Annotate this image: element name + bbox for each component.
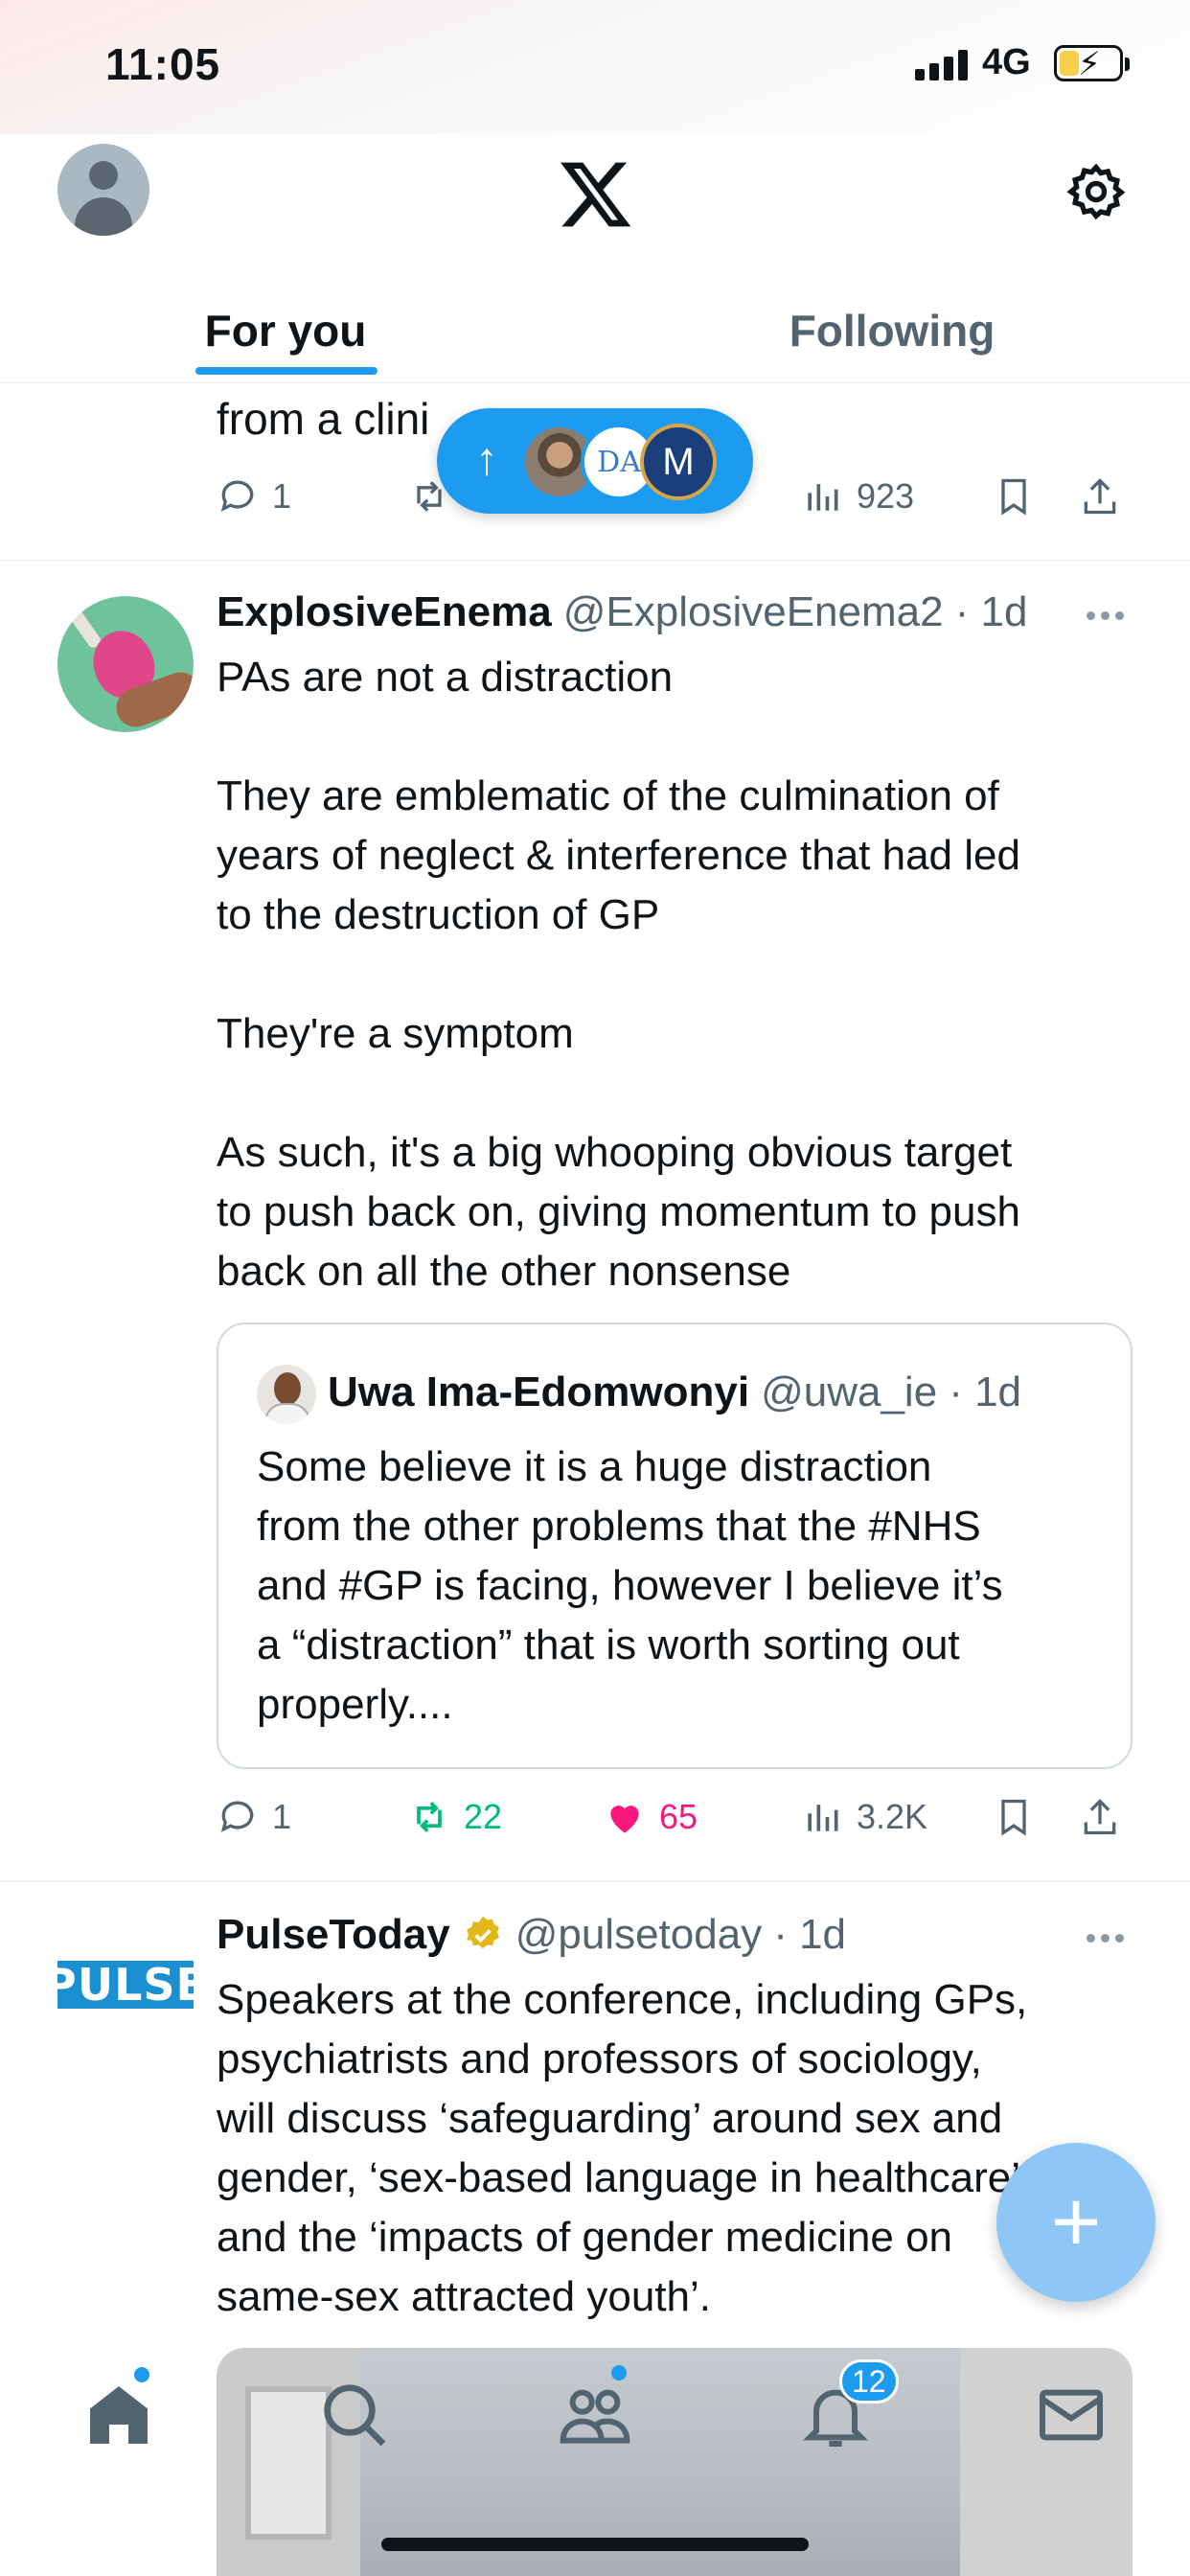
profile-avatar[interactable] [57, 144, 149, 236]
share-icon [1084, 478, 1116, 515]
post-line: same-sex attracted youth’. [217, 2273, 712, 2320]
communities-icon[interactable] [557, 2377, 633, 2453]
status-time: 11:05 [105, 39, 221, 89]
post2-actions: 1 22 65 3.2K [217, 1788, 1117, 1846]
bookmark-icon [1001, 1799, 1026, 1836]
post-line: psychiatrists and professors of sociolog… [217, 2036, 982, 2082]
settings-gear-icon[interactable] [1065, 161, 1127, 222]
quoted-author-avatar [257, 1365, 316, 1424]
top-header: For you Following [0, 134, 1190, 383]
post-time: · 1d [773, 1911, 847, 1958]
bookmark-button[interactable] [993, 1796, 1035, 1838]
post-line-gap [217, 707, 1020, 767]
reply-button[interactable]: 1 [217, 1796, 291, 1838]
post-body: Speakers at the conference, including GP… [217, 1970, 1032, 2327]
quote-line: Some believe it is a huge distraction [257, 1443, 932, 1490]
post-line: Speakers at the conference, including GP… [217, 1976, 1028, 2023]
arrow-up-icon: ↑ [475, 434, 498, 485]
post-line: to the destruction of GP [217, 891, 660, 938]
reply-icon [220, 480, 254, 512]
messages-envelope-icon[interactable] [1033, 2377, 1110, 2453]
heart-filled-icon [610, 1806, 639, 1833]
post-header: PulseToday @pulsetoday · 1d [217, 1911, 846, 1959]
post-line: to push back on, giving momentum to push [217, 1188, 1020, 1235]
home-indicator [381, 2538, 809, 2551]
quoted-post-time: · 1d [949, 1368, 1022, 1415]
post-line: PAs are not a distraction [217, 654, 674, 701]
like-count: 65 [659, 1797, 698, 1836]
repost-count: 22 [464, 1797, 503, 1836]
share-button[interactable] [1079, 1796, 1121, 1838]
views-button[interactable]: 3.2K [801, 1796, 927, 1838]
battery-icon: ⚡ [1054, 45, 1130, 82]
quoted-post-body: Some believe it is a huge distraction fr… [257, 1438, 1003, 1735]
share-icon [1084, 1799, 1116, 1835]
search-icon[interactable] [316, 2377, 393, 2453]
author-name[interactable]: ExplosiveEnema [217, 588, 552, 636]
post-line: They are emblematic of the culmination o… [217, 772, 999, 819]
home-notification-dot [134, 2367, 149, 2382]
notifications-badge: 12 [839, 2359, 899, 2404]
quote-line: a “distraction” that is worth sorting ou… [257, 1622, 960, 1668]
quote-line: from the other problems that the #NHS [257, 1503, 981, 1550]
author-avatar-logo[interactable]: PULSE [44, 1959, 206, 2011]
author-avatar[interactable] [57, 596, 194, 732]
post-line: gender, ‘sex-based language in healthcar… [217, 2154, 1033, 2201]
reply-count: 1 [272, 476, 292, 516]
repost-button[interactable]: 22 [408, 1796, 502, 1838]
new-posts-pill[interactable]: ↑ DA M [437, 408, 753, 514]
views-icon [808, 484, 838, 511]
repost-icon [417, 1802, 442, 1832]
more-options-icon[interactable] [1087, 1928, 1129, 1947]
author-handle[interactable]: @pulsetoday [515, 1911, 763, 1959]
active-tab-indicator [195, 367, 378, 375]
quoted-post-header: Uwa Ima-Edomwonyi @uwa_ie · 1d [328, 1368, 1021, 1416]
network-type: 4G [982, 42, 1031, 82]
communities-notification-dot [611, 2365, 627, 2380]
quoted-author-handle: @uwa_ie [761, 1368, 938, 1415]
x-logo-icon[interactable] [556, 155, 636, 232]
views-icon [808, 1805, 838, 1831]
post-divider [0, 1880, 1190, 1882]
post-line: They're a symptom [217, 1010, 574, 1057]
new-post-avatar: M [640, 424, 717, 500]
more-options-icon[interactable] [1087, 606, 1129, 625]
views-count: 3.2K [857, 1797, 928, 1836]
post-header: ExplosiveEnema @ExplosiveEnema2 · 1d [217, 588, 1027, 636]
reply-button[interactable]: 1 [217, 475, 291, 518]
views-count: 923 [857, 476, 915, 516]
quote-line: and #GP is facing, however I believe it’… [257, 1562, 1003, 1609]
quote-line: properly.... [257, 1681, 453, 1728]
bookmark-button[interactable] [993, 475, 1035, 518]
tab-following[interactable]: Following [594, 278, 1190, 383]
post-line-gap [217, 945, 1020, 1004]
post-line: will discuss ‘safeguarding’ around sex a… [217, 2095, 1003, 2142]
status-bar: 11:05 4G ⚡ [0, 0, 1190, 134]
post-time: · 1d [954, 588, 1028, 635]
post-line: years of neglect & interference that had… [217, 832, 1020, 879]
compose-post-button[interactable]: + [996, 2143, 1156, 2302]
views-button[interactable]: 923 [801, 475, 914, 518]
post-divider [0, 560, 1190, 562]
share-button[interactable] [1079, 475, 1121, 518]
signal-icon [915, 48, 971, 80]
plus-icon: + [1050, 2174, 1102, 2270]
author-name[interactable]: PulseToday [217, 1911, 450, 1959]
reply-count: 1 [272, 1797, 292, 1836]
author-handle[interactable]: @ExplosiveEnema2 [563, 588, 944, 636]
post-text-partial: from a clini [217, 394, 430, 444]
reply-icon [220, 1801, 254, 1832]
quoted-author-name: Uwa Ima-Edomwonyi [328, 1368, 750, 1415]
post-line: As such, it's a big whooping obvious tar… [217, 1129, 1013, 1176]
post-body: PAs are not a distraction They are emble… [217, 648, 1020, 1301]
post-line: and the ‘impacts of gender medicine on [217, 2214, 953, 2261]
timeline-tabs: For you Following [0, 278, 1190, 383]
bookmark-icon [1001, 478, 1026, 516]
home-icon[interactable] [80, 2377, 157, 2453]
quoted-post[interactable]: Uwa Ima-Edomwonyi @uwa_ie · 1d Some beli… [217, 1322, 1133, 1769]
like-button[interactable]: 65 [604, 1796, 698, 1838]
post-line: back on all the other nonsense [217, 1248, 791, 1295]
post-line-gap [217, 1064, 1020, 1123]
verified-badge-icon [466, 1916, 499, 1949]
